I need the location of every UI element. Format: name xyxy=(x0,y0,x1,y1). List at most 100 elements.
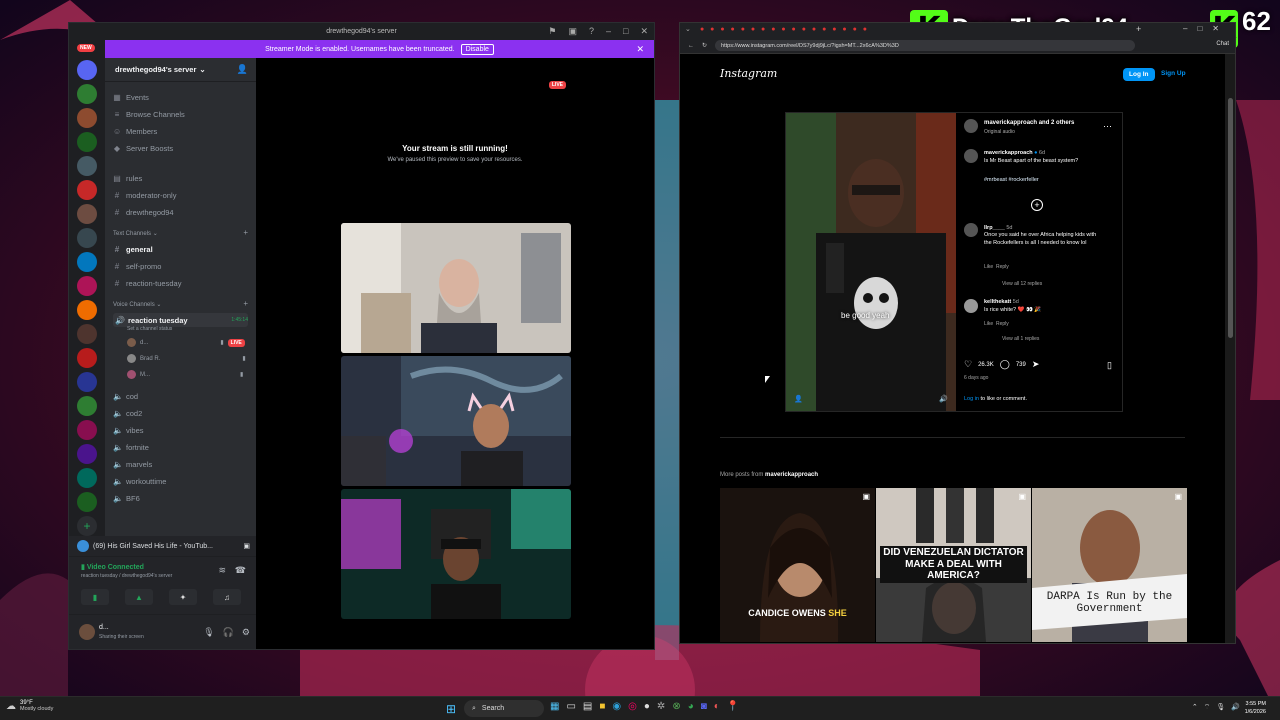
search-box[interactable]: ⌕ Search xyxy=(464,700,544,717)
mic-icon[interactable]: 🎙 xyxy=(203,627,214,638)
channel-self-promo[interactable]: # self-promo xyxy=(113,259,162,273)
server-icon[interactable] xyxy=(77,444,97,464)
scrollbar-thumb[interactable] xyxy=(1228,98,1233,338)
channel-moderator-only[interactable]: # moderator-only xyxy=(113,188,177,202)
disable-button[interactable]: Disable xyxy=(460,43,494,55)
avatar[interactable] xyxy=(964,223,978,237)
refresh-icon[interactable]: ↻ xyxy=(702,42,707,49)
post-thumbnail[interactable]: DARPA Is Run by the Government ▣ xyxy=(1032,488,1187,642)
activities-button[interactable]: ✦ xyxy=(169,589,197,605)
voice-user[interactable]: Brad R. ▮ xyxy=(127,354,246,363)
login-button[interactable]: Log In xyxy=(1123,68,1155,81)
obs-icon[interactable]: ● xyxy=(644,701,650,712)
back-icon[interactable]: ← xyxy=(688,43,694,49)
server-icon[interactable] xyxy=(77,180,97,200)
weather-widget[interactable]: ☁ 39°F Mostly cloudy xyxy=(6,700,53,712)
signup-link[interactable]: Sign Up xyxy=(1161,70,1186,77)
sidebar-item-browse[interactable]: ≡ Browse Channels xyxy=(113,107,185,121)
soundboard-button[interactable]: ♫ xyxy=(213,589,241,605)
noise-suppression-icon[interactable]: ≋ xyxy=(218,565,226,576)
video-tile[interactable] xyxy=(341,223,571,353)
heart-icon[interactable]: ♡ xyxy=(964,359,972,370)
reply-link[interactable]: Reply xyxy=(996,264,1009,270)
video-tile[interactable] xyxy=(341,489,571,619)
clock[interactable]: 3:55 PM 1/6/2026 xyxy=(1245,700,1266,717)
server-icon[interactable] xyxy=(77,228,97,248)
voice-channel[interactable]: 🔈 vibes xyxy=(113,423,144,437)
volume-tray-icon[interactable]: 🔊 xyxy=(1231,703,1240,712)
server-icon[interactable] xyxy=(77,132,97,152)
sidebar-item-members[interactable]: ☺ Members xyxy=(113,124,157,138)
chrome-icon[interactable]: ◕ xyxy=(688,701,694,712)
url-field[interactable]: https://www.instagram.com/reel/DS7y9dj9j… xyxy=(715,40,1136,51)
voice-user[interactable]: M... ▮ xyxy=(127,370,243,379)
reel-video[interactable]: be good yeah 👤 🔊 xyxy=(786,113,956,411)
comment-author[interactable]: llrp____ 5d xyxy=(984,225,1012,231)
gear-icon[interactable]: ⚙ xyxy=(242,627,250,638)
scrollbar[interactable] xyxy=(1225,54,1235,643)
like-link[interactable]: Like xyxy=(984,321,993,327)
add-channel-icon[interactable]: + xyxy=(243,228,248,237)
minimize-icon[interactable]: – xyxy=(606,26,611,37)
voice-user[interactable]: d... ▮ LIVE xyxy=(127,338,250,347)
voice-channel[interactable]: 🔈 BF6 xyxy=(113,491,140,505)
set-status-link[interactable]: Set a channel status xyxy=(127,326,172,332)
share-icon[interactable]: ➤ xyxy=(1032,359,1040,370)
voice-channel[interactable]: 🔈 cod xyxy=(113,389,138,403)
add-voice-channel-icon[interactable]: + xyxy=(243,299,248,308)
server-icon[interactable] xyxy=(77,492,97,512)
heading-user[interactable]: maverickapproach xyxy=(765,472,818,478)
activity-bar[interactable]: (69) His Girl Saved His Life - YouTub...… xyxy=(69,536,256,556)
discord-icon[interactable]: ◙ xyxy=(701,701,707,712)
server-icon[interactable] xyxy=(77,252,97,272)
post-audio[interactable]: Original audio xyxy=(984,129,1015,135)
channel-rules[interactable]: ▤ rules xyxy=(113,171,142,185)
chevron-up-icon[interactable]: ⌃ xyxy=(1192,703,1198,712)
caption-author[interactable]: maverickapproach ● 6d xyxy=(984,150,1045,156)
screen-icon[interactable]: ▣ xyxy=(568,26,577,37)
server-icon[interactable] xyxy=(77,324,97,344)
volume-icon[interactable]: 🔊 xyxy=(939,395,948,403)
like-link[interactable]: Like xyxy=(984,264,993,270)
avatar[interactable] xyxy=(964,299,978,313)
server-icon[interactable] xyxy=(77,300,97,320)
help-icon[interactable]: ? xyxy=(589,26,594,37)
chat-button[interactable]: Chat xyxy=(1216,41,1229,47)
load-more-icon[interactable]: + xyxy=(1031,199,1043,211)
edge-icon[interactable]: ◉ xyxy=(612,701,621,712)
post-thumbnail[interactable]: DID VENEZUELAN DICTATOR MAKE A DEAL WITH… xyxy=(876,488,1031,642)
voice-category[interactable]: Voice Channels ⌄ xyxy=(113,301,161,308)
instagram-app-icon[interactable]: ◎ xyxy=(628,701,637,712)
post-header[interactable]: maverickapproach and 2 others xyxy=(984,120,1074,126)
video-tile[interactable] xyxy=(341,356,571,486)
hashtags[interactable]: #mrbeast #rockerfeller xyxy=(984,177,1039,183)
screen-share-button[interactable]: ▲ xyxy=(125,589,153,605)
disconnect-icon[interactable]: ☎ xyxy=(235,565,246,576)
camera-toggle-button[interactable]: ▮ xyxy=(81,589,109,605)
server-icon[interactable] xyxy=(77,468,97,488)
task-view-icon[interactable]: ▭ xyxy=(566,701,575,712)
new-tab-icon[interactable]: + xyxy=(1136,24,1141,34)
view-replies-link[interactable]: View all 1 replies xyxy=(1002,336,1039,342)
voice-channel[interactable]: 🔈 fortnite xyxy=(113,440,149,454)
wifi-icon[interactable]: ⌔ xyxy=(1204,703,1211,712)
voice-channel-reaction-tuesday[interactable]: 🔊 reaction tuesday 1:45:14 xyxy=(113,313,248,327)
server-icon[interactable] xyxy=(77,60,97,80)
comment-author[interactable]: kellthekatt 5d xyxy=(984,299,1019,305)
channel-drewthegod94[interactable]: # drewthegod94 xyxy=(113,205,174,219)
server-icon[interactable] xyxy=(77,396,97,416)
bookmark-icon[interactable]: ▯ xyxy=(1107,360,1112,371)
widgets-icon[interactable]: ▦ xyxy=(550,701,559,712)
voice-channel[interactable]: 🔈 marvels xyxy=(113,457,152,471)
avatar[interactable] xyxy=(964,149,978,163)
maximize-icon[interactable]: □ xyxy=(623,26,628,37)
sidebar-item-boosts[interactable]: ◆ Server Boosts xyxy=(113,141,173,155)
view-replies-link[interactable]: View all 12 replies xyxy=(1002,281,1042,287)
invite-icon[interactable]: 👤 xyxy=(237,64,248,75)
steam-icon[interactable]: ◐ xyxy=(714,701,720,712)
mic-tray-icon[interactable]: 🎙 xyxy=(1216,703,1225,712)
instagram-logo[interactable]: Instagram xyxy=(720,67,777,80)
xbox-icon[interactable]: ⊗ xyxy=(672,701,680,712)
tab-icons[interactable]: ● ● ● ● ● ● ● ● ● ● ● ● ● ● ● ● ● xyxy=(700,26,869,33)
close-banner-icon[interactable]: ✕ xyxy=(636,44,644,55)
